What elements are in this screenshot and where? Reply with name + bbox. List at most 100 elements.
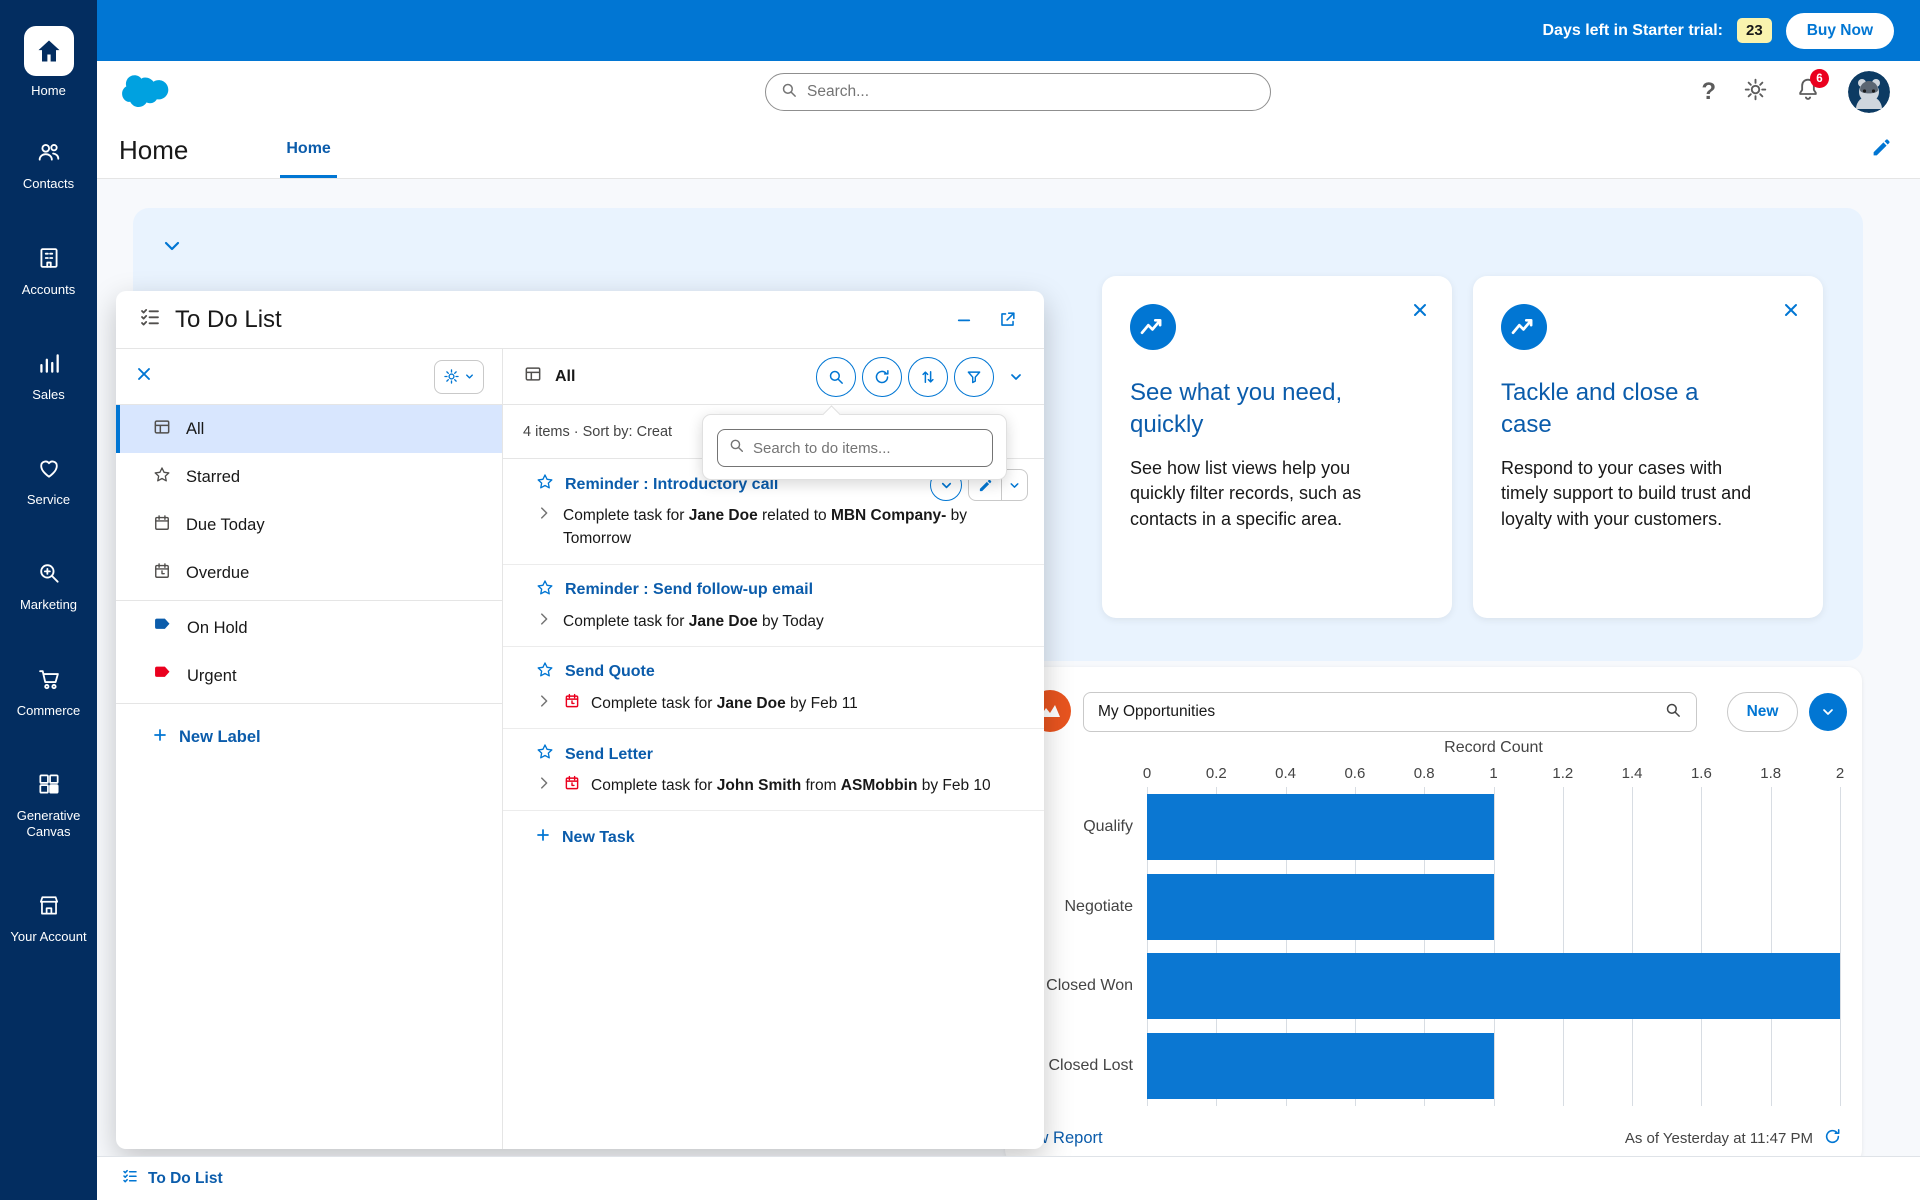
sidebar-item-home[interactable]: Home	[24, 26, 74, 99]
refresh-icon[interactable]	[1823, 1127, 1842, 1150]
buy-now-button[interactable]: Buy Now	[1786, 13, 1894, 49]
filter-overdue[interactable]: Overdue	[116, 549, 502, 597]
filter-pane-controls	[116, 349, 502, 405]
header-actions: ? 6	[1701, 61, 1890, 122]
chart-bar	[1147, 794, 1494, 860]
star-icon[interactable]	[535, 578, 555, 603]
global-search-input[interactable]	[807, 83, 1256, 101]
sales-icon	[36, 350, 62, 381]
chart-bar-row	[1147, 947, 1840, 1027]
plus-icon	[152, 727, 168, 748]
utility-taskbar: To Do List	[97, 1156, 1920, 1200]
close-icon[interactable]	[1410, 300, 1430, 325]
overdue-calendar-icon	[563, 692, 581, 715]
filter-starred[interactable]: Starred	[116, 453, 502, 501]
sidebar-item-contacts[interactable]: Contacts	[0, 139, 97, 192]
refresh-tasks-button[interactable]	[862, 357, 902, 397]
task-description: Complete task for Jane Doe related to MB…	[563, 504, 983, 551]
star-icon[interactable]	[535, 742, 555, 767]
task-title-link[interactable]: Reminder : Send follow-up email	[565, 581, 813, 599]
calendar-icon	[152, 513, 172, 538]
chart-plot	[1147, 787, 1840, 1106]
x-tick-label: 1.4	[1622, 765, 1643, 782]
task-title-link[interactable]: Send Quote	[565, 663, 655, 681]
expand-chevron-icon[interactable]	[535, 504, 553, 527]
divider	[116, 703, 502, 704]
x-tick-label: 1.6	[1691, 765, 1712, 782]
popout-icon[interactable]	[992, 305, 1022, 335]
sidebar-item-marketing[interactable]: Marketing	[0, 560, 97, 613]
expand-chevron-icon[interactable]	[535, 774, 553, 797]
sidebar-item-generative-canvas[interactable]: Generative Canvas	[0, 771, 97, 841]
x-tick-label: 2	[1836, 765, 1844, 782]
close-icon[interactable]	[1781, 300, 1801, 325]
overdue-calendar-icon	[563, 774, 581, 797]
new-opportunity-button[interactable]: New	[1727, 692, 1798, 732]
search-tasks-button[interactable]	[816, 357, 856, 397]
settings-gear-icon[interactable]	[1743, 77, 1768, 107]
notifications-bell-icon[interactable]: 6	[1795, 76, 1821, 107]
sidebar-item-accounts[interactable]: Accounts	[0, 245, 97, 298]
star-icon[interactable]	[535, 472, 555, 497]
opportunities-dropdown-button[interactable]	[1809, 693, 1847, 731]
minimize-icon[interactable]	[949, 305, 979, 335]
sidebar-item-label: Your Account	[10, 929, 86, 945]
chart-bar	[1147, 953, 1840, 1019]
new-task-button[interactable]: New Task	[503, 811, 1044, 864]
expand-chevron-icon[interactable]	[535, 692, 553, 715]
close-filter-pane-icon[interactable]	[134, 364, 154, 389]
x-tick-label: 1	[1489, 765, 1497, 782]
star-icon	[152, 465, 172, 490]
filter-all[interactable]: All	[116, 405, 502, 453]
collapse-panel-chevron-icon[interactable]	[160, 234, 184, 263]
edit-page-icon[interactable]	[1871, 137, 1892, 163]
sidebar-item-label: Contacts	[23, 176, 74, 192]
sidebar-item-label: Home	[31, 83, 66, 99]
user-avatar[interactable]	[1848, 71, 1890, 113]
accounts-icon	[36, 245, 62, 276]
tab-home[interactable]: Home	[280, 122, 336, 178]
filter-label: Due Today	[186, 516, 265, 535]
expand-chevron-icon[interactable]	[535, 610, 553, 633]
chart-bar	[1147, 1033, 1494, 1099]
filter-tasks-button[interactable]	[954, 357, 994, 397]
promo-card-list-views: See what you need, quickly See how list …	[1102, 276, 1452, 618]
label-text: On Hold	[187, 619, 248, 638]
chart-title: Record Count	[1147, 739, 1840, 757]
sidebar-item-label: Service	[27, 492, 70, 508]
record-count-chart: Record Count 00.20.40.60.811.21.41.61.82…	[1005, 739, 1840, 1106]
task-search-field	[717, 429, 993, 467]
label-on-hold[interactable]: On Hold	[116, 604, 502, 652]
filter-label: All	[186, 420, 204, 439]
list-options-chevron-icon[interactable]	[1008, 369, 1024, 385]
new-label-button[interactable]: New Label	[116, 713, 502, 761]
service-icon	[36, 455, 62, 486]
sidebar-item-sales[interactable]: Sales	[0, 350, 97, 403]
filter-settings-gear-button[interactable]	[434, 360, 484, 394]
global-search	[765, 73, 1271, 111]
opportunities-list-selector[interactable]: My Opportunities	[1083, 692, 1697, 732]
todo-checklist-icon	[138, 305, 162, 334]
task-search-input[interactable]	[753, 440, 982, 457]
task-list-header: All	[503, 349, 1044, 405]
task-title-link[interactable]: Send Letter	[565, 746, 653, 764]
chart-as-of: As of Yesterday at 11:47 PM	[1625, 1127, 1842, 1150]
task-row: Send Quote Complete task for Jane Doe by…	[503, 647, 1044, 729]
todo-window-body: All Starred Due Today Overdue On	[116, 349, 1044, 1149]
help-icon[interactable]: ?	[1701, 78, 1716, 106]
x-tick-label: 0.8	[1414, 765, 1435, 782]
sidebar-item-your-account[interactable]: Your Account	[0, 892, 97, 945]
sort-tasks-button[interactable]	[908, 357, 948, 397]
sidebar-item-commerce[interactable]: Commerce	[0, 666, 97, 719]
taskbar-item-todo-list[interactable]: To Do List	[111, 1161, 233, 1196]
chart-bar-row	[1147, 787, 1840, 867]
sidebar-item-service[interactable]: Service	[0, 455, 97, 508]
promo-card-close-case: Tackle and close a case Respond to your …	[1473, 276, 1823, 618]
new-task-text: New Task	[562, 829, 635, 847]
label-urgent[interactable]: Urgent	[116, 652, 502, 700]
star-icon[interactable]	[535, 660, 555, 685]
trial-days-label: Days left in Starter trial:	[1543, 22, 1724, 40]
search-icon	[780, 81, 798, 104]
task-row: Reminder : Send follow-up email Complete…	[503, 565, 1044, 647]
filter-due-today[interactable]: Due Today	[116, 501, 502, 549]
